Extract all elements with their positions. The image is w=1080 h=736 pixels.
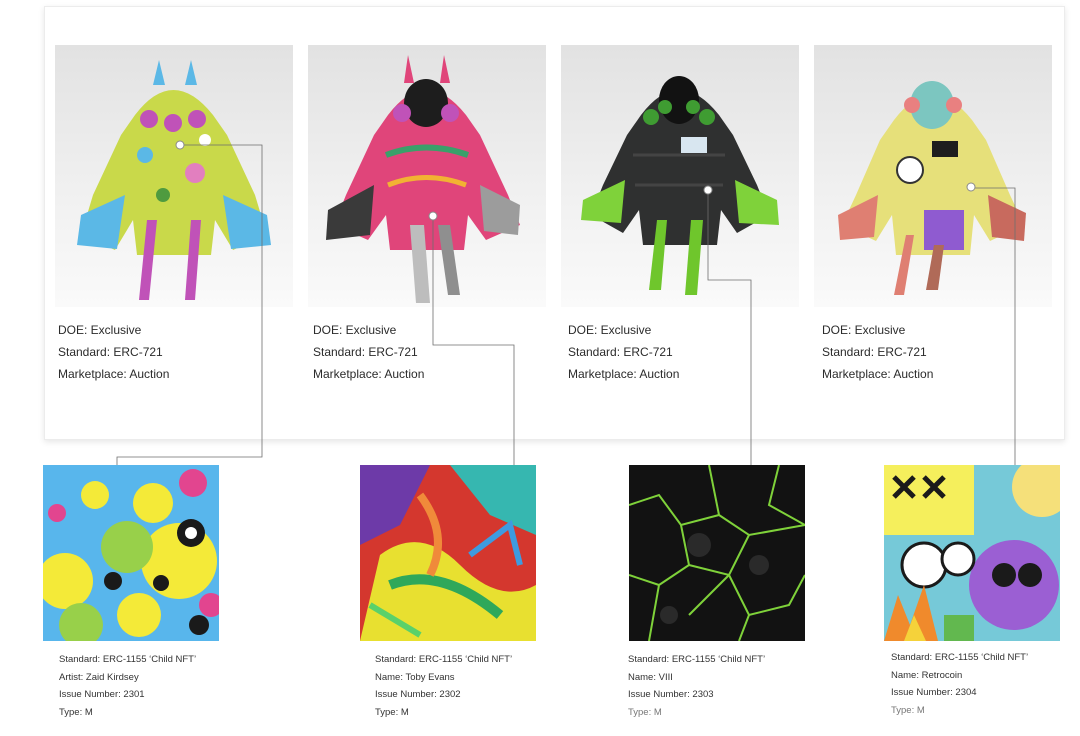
parent-info-4: DOE: Exclusive Standard: ERC-721 Marketp… [822,319,933,385]
child-info-2: Standard: ERC-1155 ‘Child NFT’ Name: Tob… [375,651,512,721]
child-standard-1: Standard: ERC-1155 ‘Child NFT’ [59,654,197,665]
child-info-3: Standard: ERC-1155 ‘Child NFT’ Name: VII… [628,651,765,721]
parent-info-3: DOE: Exclusive Standard: ERC-721 Marketp… [568,319,679,385]
parent-doe-1: DOE: Exclusive [58,323,142,337]
parent-nft-image-4[interactable] [814,45,1052,307]
parent-info-1: DOE: Exclusive Standard: ERC-721 Marketp… [58,319,169,385]
child-type-4: Type: M [891,704,925,716]
parent-nft-image-3[interactable] [561,45,799,307]
child-nft-image-4[interactable] [884,465,1060,641]
child-artwork-2 [360,465,536,641]
child-name-3: Name: VIII [628,671,673,683]
child-type-2: Type: M [375,706,409,718]
parent-marketplace-2: Marketplace: Auction [313,367,425,381]
child-type-1: Type: M [59,706,93,718]
parent-standard-4: Standard: ERC-721 [822,345,927,359]
child-type-3: Type: M [628,706,662,718]
jacket-illustration-2 [326,55,520,303]
parent-standard-1: Standard: ERC-721 [58,345,163,359]
child-standard-4: Standard: ERC-1155 ‘Child NFT’ [891,652,1029,663]
child-info-4: Standard: ERC-1155 ‘Child NFT’ Name: Ret… [891,649,1028,719]
child-issue-number-2: Issue Number: 2302 [375,689,461,700]
child-name-4: Name: Retrocoin [891,669,963,681]
parent-nft-image-1[interactable] [55,45,293,307]
parent-marketplace-1: Marketplace: Auction [58,367,170,381]
parent-marketplace-3: Marketplace: Auction [568,367,680,381]
child-issue-number-1: Issue Number: 2301 [59,689,145,700]
child-nft-image-1[interactable] [43,465,219,641]
child-name-2: Name: Toby Evans [375,671,455,683]
child-standard-3: Standard: ERC-1155 ‘Child NFT’ [628,654,766,665]
parent-info-2: DOE: Exclusive Standard: ERC-721 Marketp… [313,319,424,385]
child-artwork-3 [629,465,805,641]
parent-doe-4: DOE: Exclusive [822,323,906,337]
child-nft-image-3[interactable] [629,465,805,641]
jacket-illustration-3 [581,76,779,295]
child-artwork-1 [43,465,219,641]
jacket-illustration-4 [838,81,1026,295]
parent-doe-2: DOE: Exclusive [313,323,397,337]
child-issue-number-3: Issue Number: 2303 [628,689,714,700]
parent-doe-3: DOE: Exclusive [568,323,652,337]
child-nft-image-2[interactable] [360,465,536,641]
parent-marketplace-4: Marketplace: Auction [822,367,934,381]
child-info-1: Standard: ERC-1155 ‘Child NFT’ Artist: Z… [59,651,196,721]
parent-nft-image-2[interactable] [308,45,546,307]
parent-standard-2: Standard: ERC-721 [313,345,418,359]
child-standard-2: Standard: ERC-1155 ‘Child NFT’ [375,654,513,665]
parent-nft-panel: DOE: Exclusive Standard: ERC-721 Marketp… [44,6,1065,440]
parent-standard-3: Standard: ERC-721 [568,345,673,359]
jacket-illustration-1 [77,60,271,300]
child-artist-1: Artist: Zaid Kirdsey [59,671,139,683]
child-artwork-4 [884,465,1060,641]
child-issue-number-4: Issue Number: 2304 [891,687,977,698]
